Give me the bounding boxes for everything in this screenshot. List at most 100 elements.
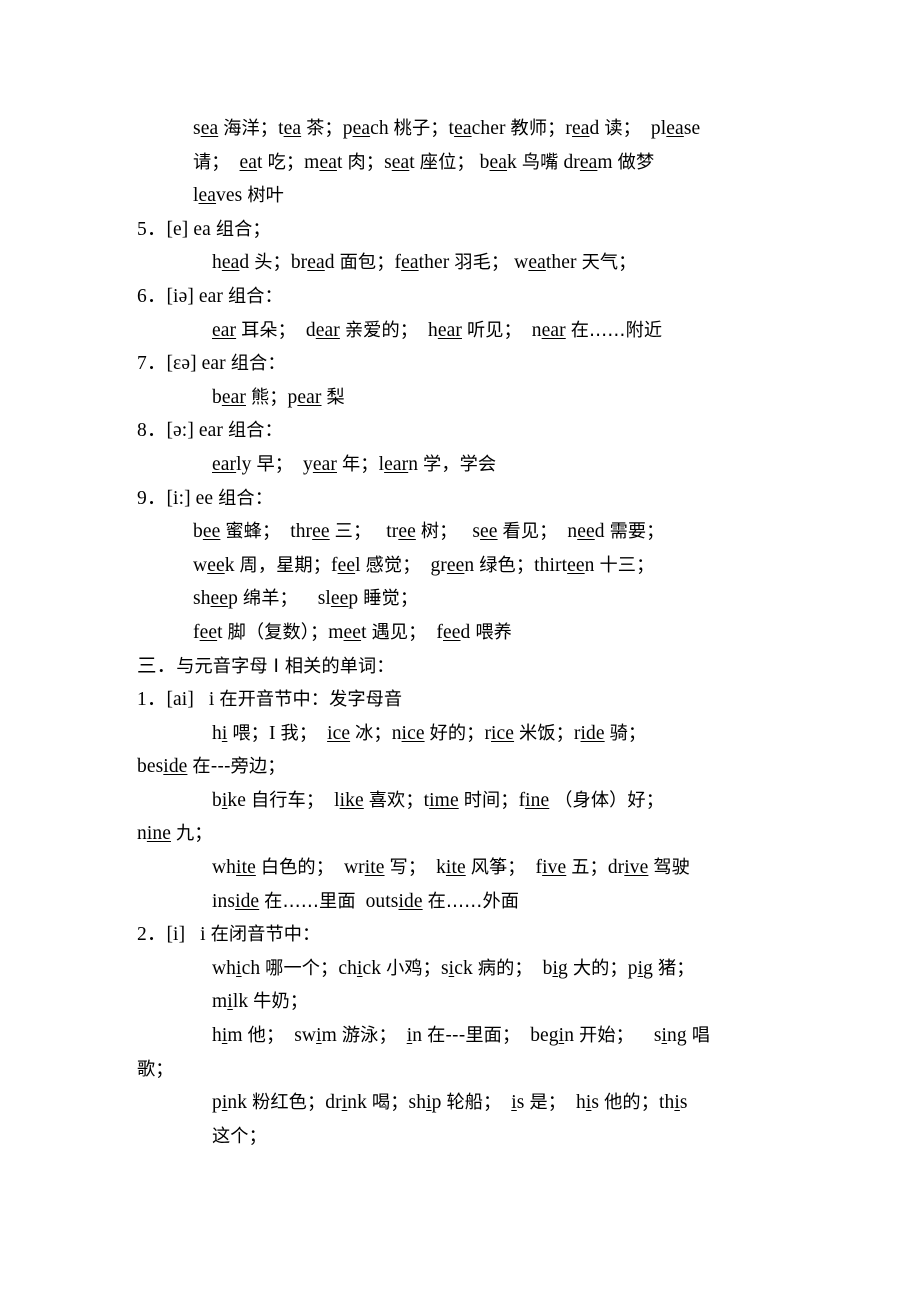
word-suffix: g [643,957,653,979]
word-suffix: nk [227,1092,248,1114]
vocab-word: early [212,454,251,475]
underlined-vowel: ea [221,252,240,274]
word-prefix: k [436,857,446,879]
vocab-word: beak [480,152,517,173]
chinese-gloss: 唱 [691,1025,711,1047]
underlined-vowel: ea [401,252,419,274]
word-prefix: y [303,453,313,475]
underlined-vowel: ee [398,521,416,543]
chinese-gloss: 头 [254,252,273,274]
text-line: white 白色的； write 写； kite 风筝； five 五；driv… [137,851,785,885]
text-line: 1．[ai] i 在开音节中：发字母音 [137,683,785,717]
underlined-vowel: ike [339,789,364,811]
word-suffix: d [460,621,471,643]
vocab-word: feather [395,252,450,273]
separator: ； [555,722,574,744]
word-prefix: b [212,386,222,408]
chinese-gloss: 开始 [579,1025,616,1047]
word-suffix: ke [227,789,246,811]
underlined-vowel: ea [489,151,508,173]
chinese-gloss: 哪一个 [265,957,321,979]
latin-text: [e] ea [166,218,216,240]
separator: ； [645,789,665,811]
chinese-gloss: 吃 [267,151,286,173]
word-prefix: w [514,252,529,274]
chinese-gloss: 学，学会 [423,453,497,475]
underlined-vowel: ime [429,789,459,811]
underlined-vowel: ee [199,621,218,643]
underlined-vowel: ee [446,554,465,576]
chinese-text: 与元音字母 I 相关的单词： [176,655,395,677]
vocab-word: teacher [449,118,506,139]
text-line: 歌； [137,1053,785,1087]
word-prefix: n [531,319,542,341]
word-prefix: h [212,252,222,274]
text-line: week 周，星期；feel 感觉； green 绿色；thirteen 十三； [137,549,785,583]
chinese-gloss: 鸟嘴 [521,151,559,173]
chinese-gloss: 游泳 [341,1025,379,1047]
vocab-word: big [543,958,568,979]
vocab-word: outside [366,891,423,912]
vocab-word: swim [294,1025,337,1046]
separator: ； [267,756,286,778]
vocab-word: bike [212,790,246,811]
chinese-gloss: （身体）好 [554,789,646,811]
word-suffix: p [431,1092,442,1114]
chinese-gloss: 九 [175,823,195,845]
word-prefix: n [567,521,578,543]
word-prefix: n [137,823,147,845]
vocab-word: peach [343,118,389,139]
chinese-gloss: 看见 [502,521,540,543]
vocab-word: near [532,320,566,341]
underlined-vowel: ea [528,252,546,274]
word-suffix: k [224,554,235,576]
word-prefix: wh [212,857,237,879]
text-line: him 他； swim 游泳； in 在---里面； begin 开始； sin… [137,1019,785,1053]
vocab-word: begin [530,1025,574,1046]
chinese-gloss: 在……外面 [427,890,520,912]
word-suffix: g [558,957,568,979]
chinese-gloss: 周，星期 [239,554,313,576]
chinese-gloss: 时间 [463,789,501,811]
word-prefix: m [304,151,320,173]
underlined-vowel: ear [384,453,409,475]
word-suffix: d [324,252,335,274]
vocab-word: white [212,857,256,878]
underlined-vowel: ear [297,386,322,408]
list-item-number: 7． [137,353,167,375]
chinese-gloss: 蜜蜂 [225,521,262,543]
chinese-text: 这个； [212,1125,267,1147]
underlined-vowel: ee [210,588,229,610]
vocab-word: sea [193,118,218,139]
underlined-vowel: ide [580,722,605,744]
word-prefix: h [212,722,222,744]
vocab-word: nine [137,823,171,844]
text-line: pink 粉红色；drink 喝；ship 轮船； is 是； his 他的；t… [137,1086,785,1120]
word-suffix: t [257,151,263,173]
underlined-vowel: ee [480,521,498,543]
separator: ； [646,521,665,543]
underlined-vowel: ide [398,890,423,912]
word-prefix: p [627,957,638,979]
word-suffix: s [679,1092,688,1114]
word-suffix: ng [667,1025,687,1047]
underlined-vowel: ee [577,521,595,543]
vocab-word: his [576,1092,599,1113]
separator: ； [274,453,294,475]
chinese-text: 请； [193,151,230,173]
separator: ； [439,521,458,543]
word-prefix: s [384,151,392,173]
text-line: 请； eat 吃；meat 肉；seat 座位； beak 鸟嘴 dream 做… [137,146,785,180]
chinese-text: 组合： [218,487,274,509]
word-prefix: bes [137,756,164,778]
vocab-word: five [536,857,567,878]
separator: ； [407,857,427,879]
text-line: beside 在---旁边； [137,750,785,784]
underlined-vowel: ee [312,521,330,543]
word-suffix: ck [362,957,382,979]
chinese-gloss: 小鸡 [386,957,423,979]
text-line: bee 蜜蜂； three 三； tree 树； see 看见； need 需要… [137,515,785,549]
vocab-word: feel [331,555,361,576]
vocab-word: eat [240,152,263,173]
separator: ； [514,957,533,979]
